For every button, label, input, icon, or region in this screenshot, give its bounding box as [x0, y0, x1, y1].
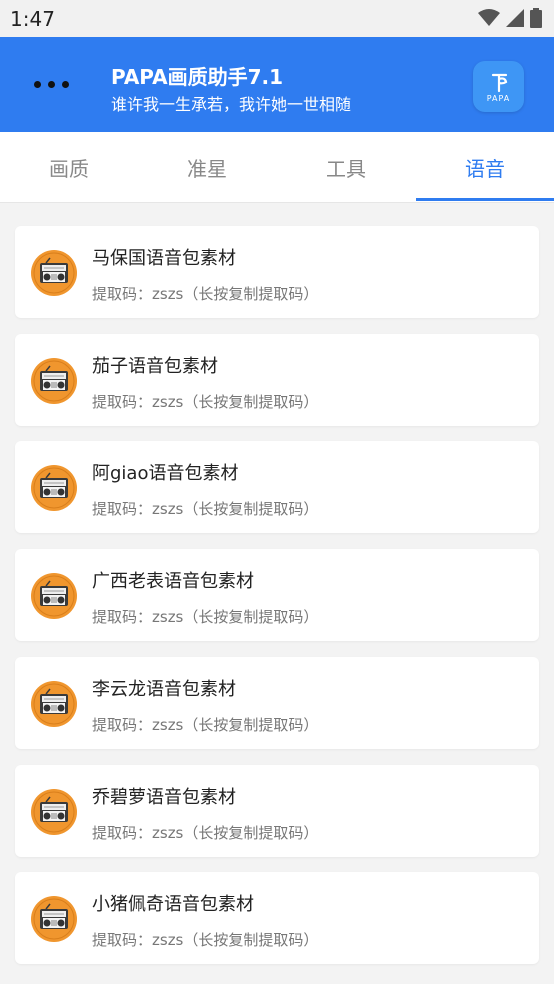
voice-pack-name: 小猪佩奇语音包素材 [92, 894, 254, 916]
status-icons [478, 8, 542, 28]
dot-icon [62, 81, 69, 88]
voice-pack-name: 乔碧萝语音包素材 [92, 786, 236, 808]
flag-icon [491, 73, 508, 93]
voice-pack-name: 茄子语音包素材 [92, 355, 218, 377]
extraction-code[interactable]: 提取码：zszs（长按复制提取码） [92, 714, 318, 735]
radio-icon [30, 895, 78, 943]
extraction-code[interactable]: 提取码：zszs（长按复制提取码） [92, 283, 318, 304]
logo-text: PAPA [486, 94, 511, 103]
extraction-code[interactable]: 提取码：zszs（长按复制提取码） [92, 822, 318, 843]
status-bar: 1:47 [0, 0, 554, 37]
list-item[interactable]: 广西老表语音包素材 提取码：zszs（长按复制提取码） [15, 549, 539, 642]
dot-icon [34, 81, 41, 88]
radio-icon [30, 572, 78, 620]
radio-icon [30, 249, 78, 297]
signal-icon [506, 9, 524, 27]
tab-tools[interactable]: 工具 [277, 132, 415, 202]
app-header: PAPA画质助手7.1 谁许我一生承若，我许她一世相随 PAPA [0, 37, 554, 132]
battery-icon [530, 8, 542, 28]
voice-pack-name: 阿giao语音包素材 [92, 463, 239, 485]
radio-icon [30, 680, 78, 728]
tab-voice[interactable]: 语音 [416, 132, 554, 202]
radio-icon [30, 788, 78, 836]
wifi-icon [478, 9, 500, 26]
more-menu-button[interactable] [34, 81, 74, 93]
extraction-code[interactable]: 提取码：zszs（长按复制提取码） [92, 391, 318, 412]
extraction-code[interactable]: 提取码：zszs（长按复制提取码） [92, 929, 318, 950]
tab-bar: 画质 准星 工具 语音 [0, 132, 554, 203]
extraction-code[interactable]: 提取码：zszs（长按复制提取码） [92, 606, 318, 627]
list-item[interactable]: 乔碧萝语音包素材 提取码：zszs（长按复制提取码） [15, 764, 539, 857]
voice-pack-name: 李云龙语音包素材 [92, 678, 236, 700]
list-item[interactable]: 茄子语音包素材 提取码：zszs（长按复制提取码） [15, 333, 539, 426]
dot-icon [48, 81, 55, 88]
extraction-code[interactable]: 提取码：zszs（长按复制提取码） [92, 498, 318, 519]
voice-pack-name: 马保国语音包素材 [92, 248, 236, 269]
app-logo[interactable]: PAPA [473, 61, 524, 112]
list-item[interactable]: 小猪佩奇语音包素材 提取码：zszs（长按复制提取码） [15, 872, 539, 965]
radio-icon [30, 357, 78, 405]
list-item[interactable]: 李云龙语音包素材 提取码：zszs（长按复制提取码） [15, 656, 539, 749]
app-subtitle: 谁许我一生承若，我许她一世相随 [111, 95, 352, 114]
radio-icon [30, 464, 78, 512]
status-time: 1:47 [10, 7, 55, 31]
tab-image-quality[interactable]: 画质 [0, 132, 138, 202]
app-title: PAPA画质助手7.1 [111, 65, 284, 89]
list-item[interactable]: 马保国语音包素材 提取码：zszs（长按复制提取码） [15, 226, 539, 318]
tab-crosshair[interactable]: 准星 [138, 132, 276, 202]
voice-pack-name: 广西老表语音包素材 [92, 571, 254, 593]
list-item[interactable]: 阿giao语音包素材 提取码：zszs（长按复制提取码） [15, 441, 539, 534]
